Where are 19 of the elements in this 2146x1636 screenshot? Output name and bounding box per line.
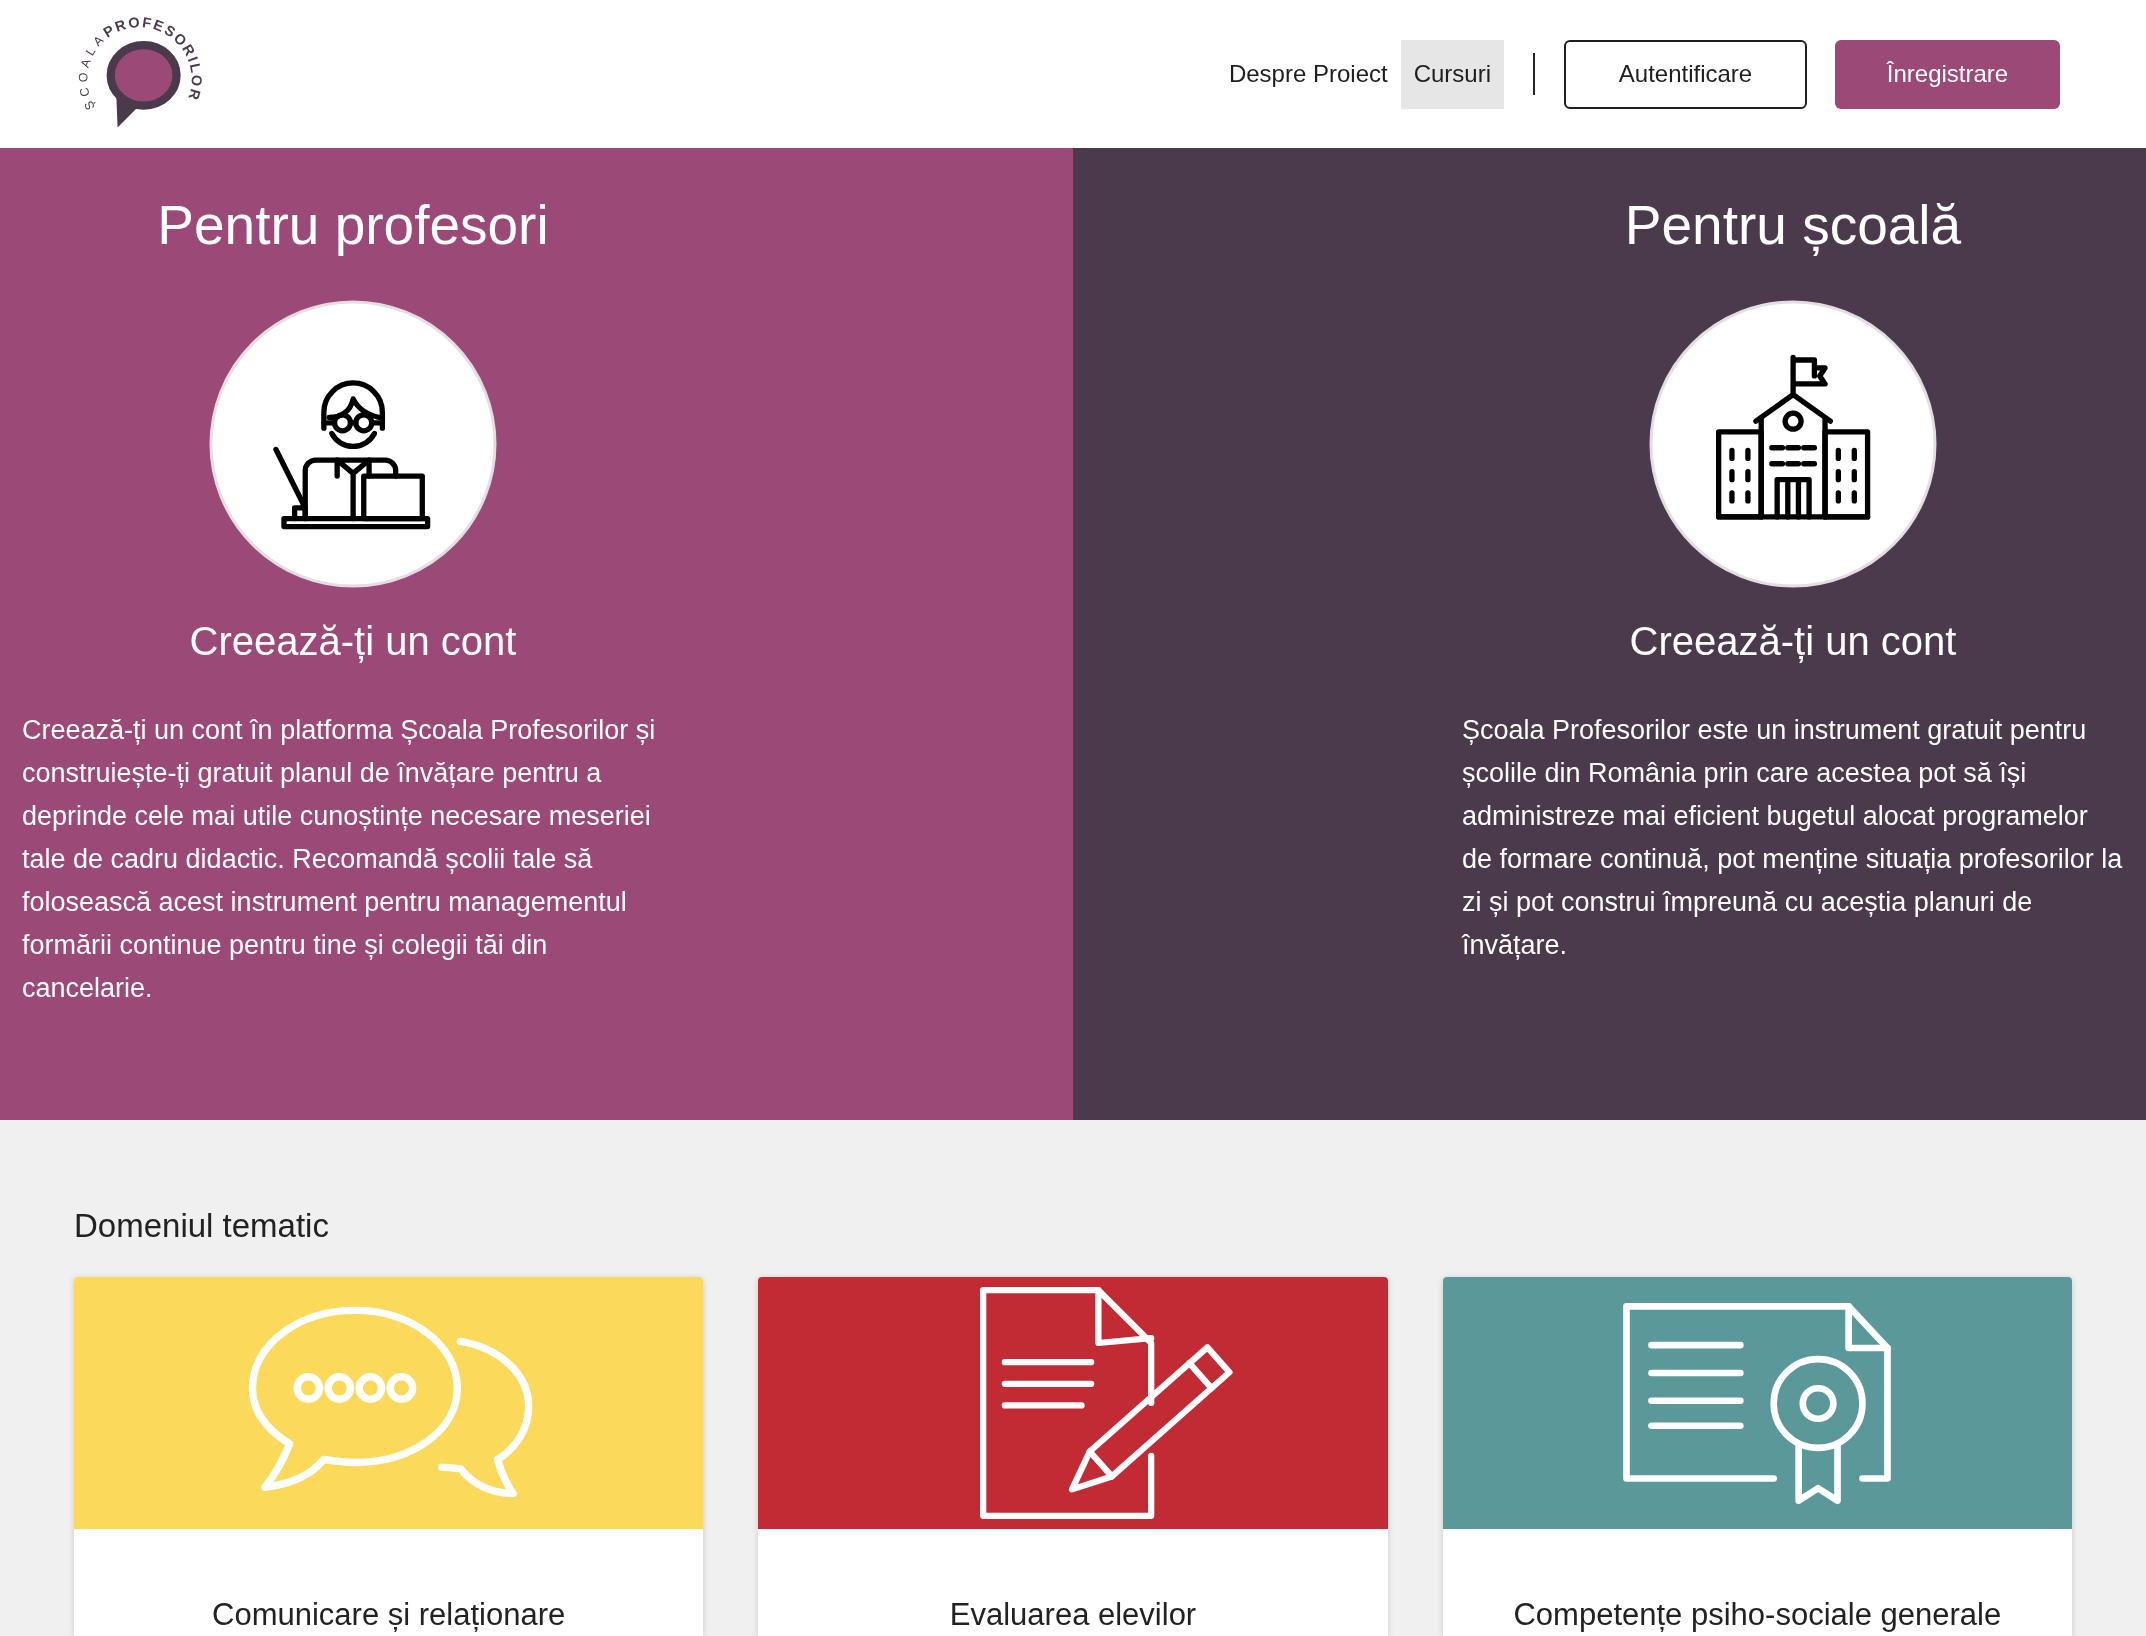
topic-card[interactable]: Competențe psiho-sociale generale bbox=[1442, 1277, 2072, 1636]
teacher-icon bbox=[209, 300, 497, 588]
login-button[interactable]: Autentificare bbox=[1564, 39, 1807, 109]
panel-subtitle[interactable]: Creează-ți un cont bbox=[1629, 616, 1957, 666]
nav-link[interactable]: Cursuri bbox=[1400, 39, 1504, 109]
topic-card[interactable]: Comunicare și relaționare bbox=[74, 1277, 704, 1636]
panel-subtitle[interactable]: Creează-ți un cont bbox=[189, 616, 517, 666]
panel-description: Școala Profesorilor este un instrument gratuit pentru școlile din România prin care acestea pot să își administreze mai eficient bugetul alocat programelor de formare continuă, pot menține situația profesorilor la zi și pot construi împreună cu aceștia planuri de învățare. bbox=[1462, 714, 2124, 962]
nav-link[interactable]: Despre Proiect bbox=[1215, 39, 1401, 109]
school-building-icon bbox=[1649, 300, 1937, 588]
section-heading: Domeniul tematic bbox=[74, 1206, 329, 1246]
panel-title: Pentru profesori bbox=[157, 193, 549, 258]
card-title: Competențe psiho-sociale generale bbox=[1513, 1596, 2002, 1634]
panel-title: Pentru școală bbox=[1624, 193, 1962, 258]
topic-card[interactable]: Evaluarea elevilor bbox=[758, 1277, 1388, 1636]
card-title: Evaluarea elevilor bbox=[949, 1596, 1197, 1634]
register-button[interactable]: Înregistrare bbox=[1835, 39, 2060, 109]
card-title: Comunicare și relaționare bbox=[212, 1596, 566, 1634]
panel-description: Creează-ți un cont în platforma Școala Profesorilor și construiește-ți gratuit planul de învățare pentru a deprinde cele mai utile cunoștințe necesare meseriei tale de cadru didactic. Recomandă școlii tale să folosească acest instrument pentru managementul formării continue pentru tine și colegii tăi din cancelarie. bbox=[22, 714, 657, 1005]
